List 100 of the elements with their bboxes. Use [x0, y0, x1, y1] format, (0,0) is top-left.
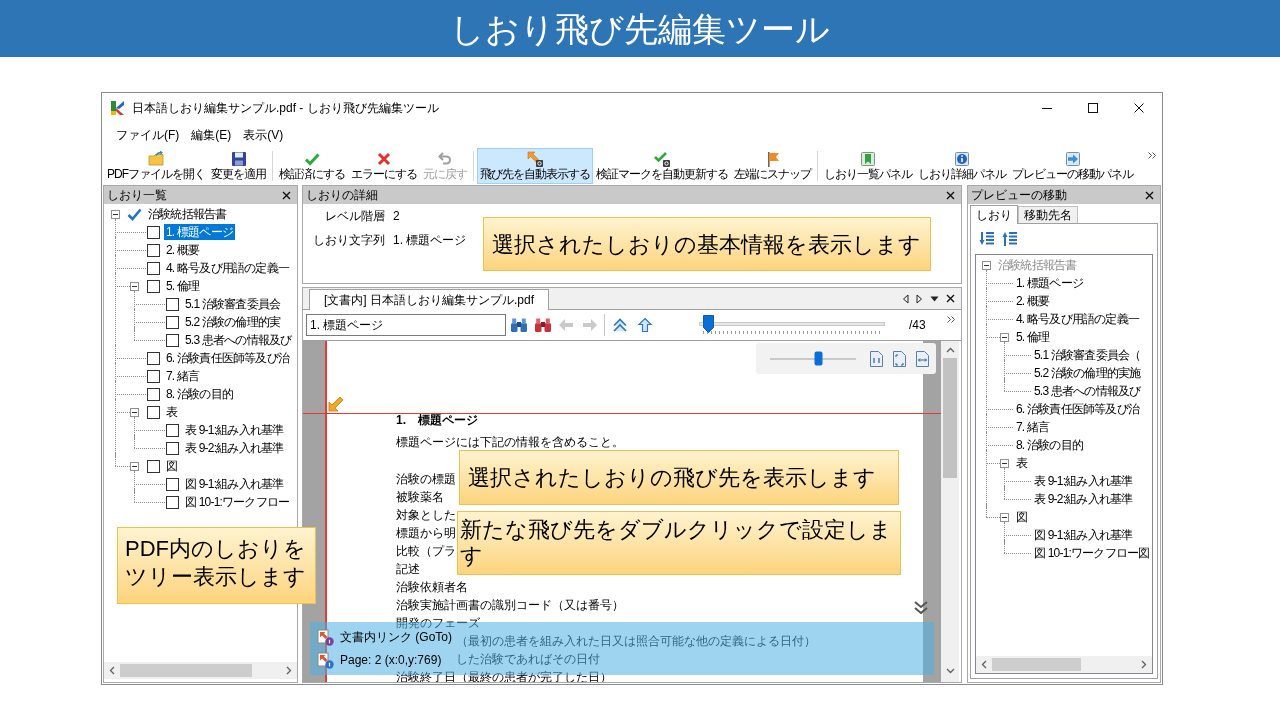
scrollbar-thumb[interactable] — [943, 358, 957, 478]
close-icon[interactable] — [946, 294, 955, 303]
list-down-arrow-icon[interactable] — [979, 231, 995, 247]
up-arrow-icon[interactable] — [637, 317, 653, 333]
right-triangle-icon[interactable] — [916, 293, 923, 304]
zoom-slider[interactable] — [770, 350, 856, 367]
dropdown-icon[interactable] — [930, 295, 939, 302]
checkbox[interactable] — [147, 459, 160, 473]
binoculars-icon[interactable] — [510, 317, 528, 333]
tree-item[interactable]: 5.2 治験の倫理的実 — [183, 314, 283, 330]
close-icon[interactable] — [282, 190, 291, 200]
list-up-arrow-icon[interactable] — [1002, 231, 1018, 247]
maximize-icon[interactable] — [1088, 103, 1098, 113]
tree-item[interactable]: 5. 倫理 — [164, 278, 202, 294]
fit-width-icon[interactable] — [916, 350, 929, 367]
checkbox[interactable] — [166, 423, 179, 437]
tree-item[interactable]: 表 9-1:組み入れ基準 — [183, 422, 286, 438]
checkbox[interactable] — [166, 495, 179, 509]
fit-page-icon[interactable] — [893, 350, 906, 367]
tree-item[interactable]: 5.3 患者への情報及び — [183, 332, 294, 348]
document-text: した治験であればその日付 — [456, 653, 600, 665]
checkbox[interactable] — [147, 225, 160, 239]
tree-item[interactable]: 1. 標題ページ — [164, 224, 235, 240]
tab[interactable]: 移動先名 — [1018, 206, 1078, 223]
link-info-text: Page: 2 (x:0,y:769) — [340, 653, 442, 667]
close-icon[interactable] — [1134, 103, 1144, 113]
tree-item[interactable]: 図 — [164, 458, 180, 474]
tree-item[interactable]: 4. 略号及び用語の定義一 — [164, 260, 291, 276]
menu-item[interactable]: ファイル(F) — [110, 125, 186, 145]
scroll-down-icon[interactable] — [945, 668, 955, 674]
toolbar-button[interactable]: 変更を適用 — [208, 148, 269, 184]
tree-item[interactable]: 7. 緒言 — [164, 368, 202, 384]
scroll-up-icon[interactable] — [945, 347, 955, 353]
toolbar-button[interactable]: エラーにする — [348, 148, 420, 184]
minus-box-icon[interactable] — [130, 407, 139, 417]
document-text: 比較（プラ — [396, 545, 456, 557]
slider-thumb[interactable] — [813, 350, 823, 366]
checkbox[interactable] — [147, 351, 160, 365]
tree-item[interactable]: 5.1 治験審査委員会 — [183, 296, 283, 312]
toolbar-button[interactable]: しおり一覧パネル — [821, 148, 915, 184]
minus-box-icon[interactable] — [111, 209, 120, 219]
scroll-right-icon[interactable] — [1141, 660, 1147, 669]
left-triangle-icon[interactable] — [902, 293, 909, 304]
close-icon[interactable] — [1145, 190, 1154, 200]
checkmark-icon[interactable] — [127, 207, 142, 221]
tree-item[interactable]: 治験統括報告書 — [146, 206, 229, 222]
menu-item[interactable]: 編集(E) — [185, 125, 238, 145]
toolbar-button[interactable]: 検証済にする — [276, 148, 348, 184]
binoculars-icon[interactable] — [534, 317, 552, 333]
double-chevron-up-icon[interactable] — [612, 317, 628, 333]
check-badge-icon — [654, 151, 670, 167]
checkbox[interactable] — [147, 279, 160, 293]
toolbar-button[interactable]: 飛び先を自動表示する — [477, 148, 593, 184]
toolbar-button[interactable]: プレビューの移動パネル — [1009, 148, 1136, 184]
double-chevron-down-icon[interactable] — [914, 601, 928, 614]
minus-box-icon[interactable] — [130, 281, 139, 291]
document-text: 治験の標題 — [396, 473, 456, 485]
menu-item[interactable]: 表示(V) — [237, 125, 290, 145]
document-text: 記述 — [396, 563, 420, 575]
tree-item[interactable]: 図 9-1:組み入れ基準 — [183, 476, 286, 492]
toolbar-button[interactable]: しおり詳細パネル — [915, 148, 1009, 184]
checkbox[interactable] — [166, 315, 179, 329]
scroll-left-icon[interactable] — [109, 666, 115, 675]
double-chevron-right-icon[interactable] — [947, 316, 955, 323]
scrollbar-thumb[interactable] — [992, 658, 1082, 671]
checkbox[interactable] — [147, 243, 160, 257]
tree-item[interactable]: 表 9-2:組み入れ基準 — [183, 440, 286, 456]
tab[interactable]: しおり — [970, 205, 1018, 224]
callout: 新たな飛び先をダブルクリックで設定します — [457, 511, 901, 575]
scrollbar-thumb[interactable] — [120, 664, 252, 677]
checkbox[interactable] — [166, 441, 179, 455]
tree-item[interactable]: 8. 治験の目的 — [164, 386, 235, 402]
arrow-panel-icon — [1064, 151, 1081, 167]
tree-item[interactable]: 2. 概要 — [164, 242, 202, 258]
actual-size-icon[interactable] — [870, 350, 883, 367]
panel-title: しおりの詳細 — [306, 187, 378, 203]
tree-item[interactable]: 図 10-1:ワークフロー — [183, 494, 292, 510]
scroll-left-icon[interactable] — [981, 660, 987, 669]
checkbox[interactable] — [147, 369, 160, 383]
document-tab[interactable]: [文書内] 日本語しおり編集サンプル.pdf — [309, 289, 550, 310]
toolbar-button[interactable]: PDFファイルを開く — [104, 148, 208, 184]
scroll-right-icon[interactable] — [286, 666, 292, 675]
double-chevron-right-icon[interactable] — [1148, 152, 1156, 159]
close-icon[interactable] — [946, 190, 955, 200]
toolbar-button[interactable]: 検証マークを自動更新する — [593, 148, 731, 184]
page-slider[interactable] — [699, 315, 885, 335]
checkbox[interactable] — [166, 297, 179, 311]
minus-box-icon[interactable] — [130, 461, 139, 471]
slider-thumb[interactable] — [702, 315, 714, 333]
checkbox[interactable] — [147, 261, 160, 275]
toolbar-button[interactable]: 左端にスナップ — [731, 148, 814, 184]
folder-icon — [148, 151, 164, 167]
document-text: 標題ページには下記の情報を含めること。 — [396, 436, 624, 448]
bookmark-field[interactable]: 1. 標題ページ — [306, 314, 506, 336]
checkbox[interactable] — [147, 405, 160, 419]
checkbox[interactable] — [166, 477, 179, 491]
checkbox[interactable] — [147, 387, 160, 401]
tree-item[interactable]: 6. 治験責任医師等及び治 — [164, 350, 291, 366]
tree-item[interactable]: 表 — [164, 404, 180, 420]
checkbox[interactable] — [166, 333, 179, 347]
